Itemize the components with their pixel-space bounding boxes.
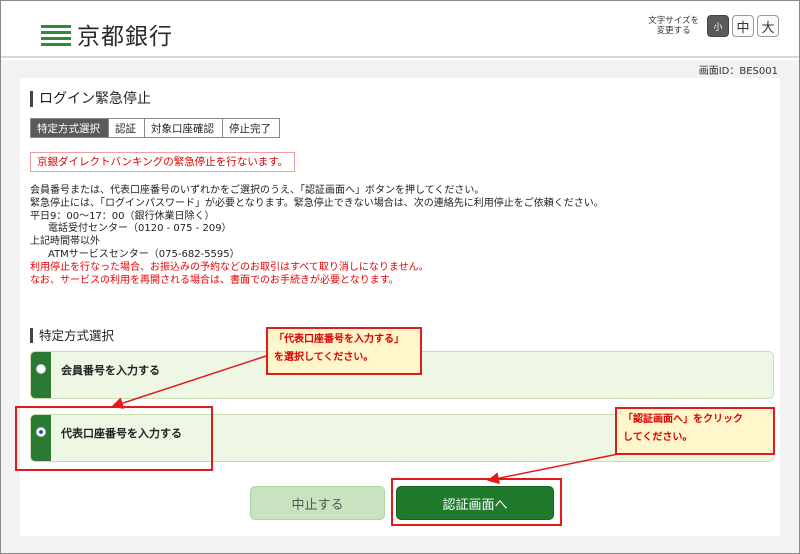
bank-logo[interactable]: 京都銀行	[41, 17, 173, 51]
instruction-line: 緊急停止には、「ログインパスワード」が必要となります。緊急停止できない場合は、次…	[30, 197, 604, 209]
step-2: 認証	[108, 118, 144, 138]
step-indicator: 特定方式選択 認証 対象口座確認 停止完了	[30, 118, 280, 138]
font-size-medium-button[interactable]: 中	[732, 15, 754, 37]
callout-click-button: 「認証画面へ」をクリック してください。	[615, 407, 775, 455]
radio-member-number[interactable]	[36, 364, 46, 374]
header: 京都銀行 文字サイズを 変更する 小 中 大	[1, 1, 799, 58]
screen-id: 画面ID：BES001	[698, 66, 778, 77]
cancel-button[interactable]: 中止する	[250, 486, 385, 520]
highlight-box-option	[15, 406, 213, 471]
alert-message: 京銀ダイレクトバンキングの緊急停止を行ないます。	[30, 152, 296, 172]
instructions: 会員番号または、代表口座番号のいずれかをご選択のうえ、「認証画面へ」ボタンを押し…	[30, 185, 604, 287]
bank-logo-icon	[41, 22, 71, 46]
step-1: 特定方式選択	[30, 118, 108, 138]
phone-center: 電話受付センター（0120 - 075 - 209）	[48, 223, 232, 235]
font-size-label: 文字サイズを 変更する	[648, 16, 699, 36]
font-size-small-button[interactable]: 小	[707, 15, 729, 37]
instruction-line: 会員番号または、代表口座番号のいずれかをご選択のうえ、「認証画面へ」ボタンを押し…	[30, 185, 485, 196]
font-size-large-button[interactable]: 大	[757, 15, 779, 37]
bank-name: 京都銀行	[77, 24, 173, 50]
warning-line: 利用停止を行なった場合、お振込みの予約などのお取引はすべて取り消しになりません。	[30, 261, 429, 273]
page-title: ログイン緊急停止	[30, 91, 151, 107]
option-bar	[31, 352, 51, 398]
option-label: 会員番号を入力する	[61, 364, 160, 377]
warning-line: なお、サービスの利用を再開される場合は、書面でのお手続きが必要となります。	[30, 274, 399, 286]
hours-other: 上記時間帯以外	[30, 236, 100, 248]
highlight-box-button	[391, 478, 562, 526]
callout-select-option: 「代表口座番号を入力する」 を選択してください。	[266, 327, 422, 375]
hours-line: 平日9：00〜17：00（銀行休業日除く）	[30, 210, 215, 222]
section-title: 特定方式選択	[30, 328, 114, 343]
atm-center: ATMサービスセンター（075-682-5595）	[48, 248, 240, 260]
step-3: 対象口座確認	[144, 118, 222, 138]
font-size-switcher: 文字サイズを 変更する 小 中 大	[648, 15, 779, 37]
step-4: 停止完了	[222, 118, 280, 138]
